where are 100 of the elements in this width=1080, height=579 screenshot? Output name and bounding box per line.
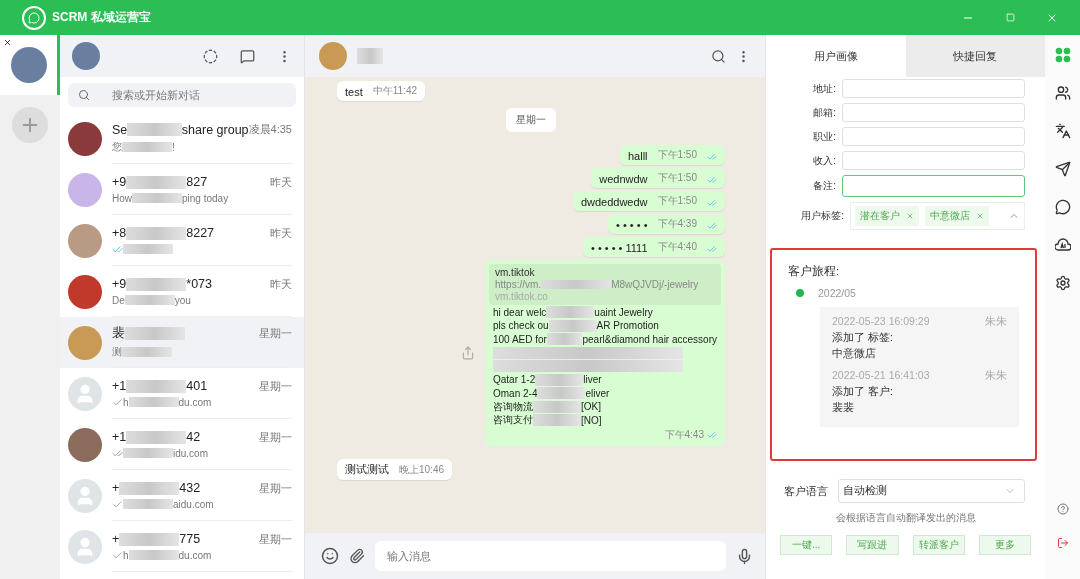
pixelated-block	[119, 481, 180, 495]
default-avatar-icon	[68, 376, 102, 411]
field-label: 备注:	[812, 179, 836, 193]
input-field[interactable]	[842, 79, 1025, 98]
message-preview: h	[123, 549, 129, 561]
microphone-icon[interactable]	[736, 547, 753, 565]
cloud-icon[interactable]	[1054, 237, 1071, 253]
users-icon[interactable]	[1054, 85, 1071, 101]
message-text: eliver	[585, 387, 610, 399]
field-label: 地址:	[812, 81, 836, 96]
contact-name: 775	[179, 532, 201, 546]
message-preview: How	[112, 192, 132, 204]
pixelated-block	[122, 347, 172, 357]
pixelated-block	[126, 277, 187, 291]
field-label: 收入:	[812, 153, 836, 168]
pixelated-block	[126, 175, 187, 189]
maximize-icon	[1005, 13, 1015, 22]
language-select[interactable]: 自动检测	[838, 479, 1025, 503]
help-icon[interactable]	[1056, 503, 1069, 515]
chat-bubble-icon[interactable]	[1054, 199, 1071, 215]
pixelated-block	[126, 430, 187, 444]
message-time: 中午11:42	[372, 84, 418, 98]
attach-icon[interactable]	[349, 548, 365, 564]
message-preview: h	[123, 396, 129, 408]
search-icon[interactable]	[711, 48, 726, 64]
field-label: 客户语言	[784, 483, 828, 499]
profile-avatar[interactable]	[72, 42, 100, 70]
chat-time: 星期一	[259, 480, 292, 496]
double-check-icon	[707, 244, 717, 254]
remove-icon[interactable]	[976, 212, 984, 220]
status-icon[interactable]	[203, 48, 218, 64]
translate-icon[interactable]	[1054, 123, 1071, 139]
pixelated-block	[541, 280, 612, 289]
field-label: 邮箱:	[812, 105, 836, 120]
chat-time: 昨天	[270, 276, 292, 292]
photo-placeholder	[68, 121, 102, 156]
remove-icon[interactable]	[906, 212, 914, 220]
message-preview: aidu.com	[173, 498, 214, 510]
emoji-icon[interactable]	[321, 547, 339, 565]
send-icon[interactable]	[1054, 161, 1071, 177]
logo-icon	[22, 5, 46, 30]
apps-icon[interactable]	[1054, 47, 1071, 63]
message-text: 咨询支付	[493, 413, 533, 428]
message-time: 晚上10:46	[399, 462, 445, 477]
chat-time: 星期一	[259, 326, 292, 341]
logout-icon[interactable]	[1056, 537, 1069, 549]
input-field[interactable]	[842, 175, 1025, 197]
pixelated-block	[533, 400, 581, 413]
message-time: 下午1:50	[657, 171, 697, 185]
field-label: 用户标签:	[800, 209, 844, 223]
chat-time: 星期一	[259, 531, 292, 547]
panel-tab[interactable]: 快捷回复	[905, 35, 1045, 77]
chat-time: 凌晨4:35	[248, 122, 292, 135]
message-text: Oman 2-4	[493, 387, 538, 399]
message-text: Qatar 1-2	[493, 374, 536, 386]
chat-item[interactable]: 裴 星期一 测	[60, 317, 304, 368]
input-field[interactable]	[842, 103, 1025, 122]
link-preview[interactable]: vm.tiktok https://vm. M8wQJVDj/-jewelry vm.tiktok.co	[489, 264, 721, 305]
settings-icon[interactable]	[1054, 275, 1071, 291]
new-chat-icon[interactable]	[240, 48, 255, 64]
search-input[interactable]: 搜索或开始新对话	[110, 88, 286, 102]
chat-time: 昨天	[270, 174, 292, 190]
contact-name: +8	[112, 226, 127, 240]
pixelated-block	[123, 244, 173, 254]
message-text: hi dear welc	[493, 306, 547, 318]
contact-name: 42	[186, 430, 201, 444]
contact-name: +	[112, 481, 120, 495]
input-field[interactable]	[842, 151, 1025, 170]
message-input[interactable]: 输入消息	[375, 541, 726, 571]
chat-time: 星期一	[259, 429, 292, 445]
message-text: • • • • •	[616, 219, 648, 231]
pixelated-block	[548, 319, 597, 332]
message-time: 下午4:43	[664, 427, 704, 442]
default-avatar-icon	[68, 529, 102, 564]
pixelated-block	[123, 499, 173, 509]
contact-name: share group	[181, 122, 249, 137]
preview-title: vm.tiktok	[495, 267, 536, 278]
pixelated-block	[132, 193, 182, 203]
entry-user: 朱朱	[985, 315, 1007, 329]
double-check-icon	[707, 429, 717, 440]
pixelated-block	[357, 48, 383, 64]
message-text: pls check ou	[493, 320, 549, 332]
pixelated-block	[123, 448, 173, 458]
contact-name: 827	[186, 175, 208, 189]
entry-value: 中意微店	[832, 347, 877, 361]
photo-placeholder	[68, 274, 102, 309]
timeline-month: 2022/05	[818, 287, 856, 299]
contact-name: +1	[112, 430, 127, 444]
account-avatar[interactable]	[10, 47, 47, 83]
forward-icon[interactable]	[461, 345, 475, 360]
entry-value: 裴裴	[832, 401, 855, 415]
close-icon[interactable]	[3, 38, 12, 47]
input-field[interactable]	[842, 127, 1025, 146]
contact-name: Se	[112, 122, 128, 137]
add-account-button[interactable]	[12, 107, 48, 143]
message-text: • • • • • 1111	[590, 242, 648, 254]
message-preview: ping today	[182, 192, 229, 204]
message-time: 下午1:50	[657, 148, 697, 162]
pixelated-block	[128, 397, 179, 407]
search-field[interactable]: 搜索或开始新对话	[68, 83, 296, 107]
